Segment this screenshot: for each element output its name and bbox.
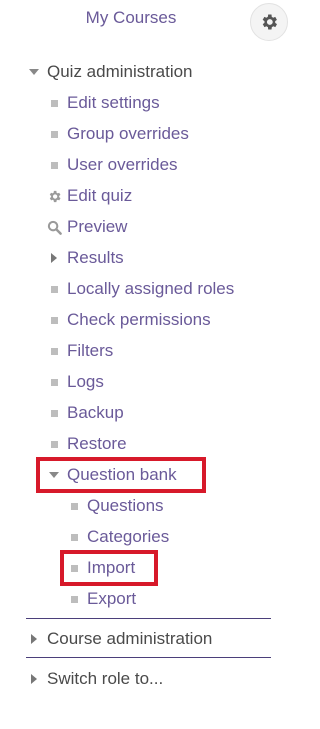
- chevron-down-icon: [26, 64, 42, 80]
- section-divider: [26, 657, 271, 658]
- locally-assigned-roles-link[interactable]: Locally assigned roles: [46, 276, 234, 302]
- questions-label: Questions: [87, 496, 164, 515]
- group-overrides-link[interactable]: Group overrides: [46, 121, 189, 147]
- check-permissions-link[interactable]: Check permissions: [46, 307, 211, 333]
- user-overrides-label: User overrides: [67, 155, 178, 174]
- chevron-down-icon: [46, 467, 62, 483]
- bullet-icon: [46, 436, 62, 452]
- filters-link[interactable]: Filters: [46, 338, 113, 364]
- question-bank-label: Question bank: [67, 465, 177, 484]
- logs-link[interactable]: Logs: [46, 369, 104, 395]
- locally-assigned-roles-label: Locally assigned roles: [67, 279, 235, 298]
- edit-settings-label: Edit settings: [67, 93, 160, 112]
- question-bank-node[interactable]: Question bank: [46, 462, 177, 488]
- my-courses-link[interactable]: My Courses: [0, 8, 262, 28]
- bullet-icon: [66, 498, 82, 514]
- search-icon: [46, 219, 62, 235]
- import-label: Import: [87, 558, 136, 577]
- bullet-icon: [66, 560, 82, 576]
- preview-label: Preview: [67, 217, 128, 236]
- bullet-icon: [66, 591, 82, 607]
- results-node[interactable]: Results: [46, 245, 124, 271]
- switch-role-node[interactable]: Switch role to...: [26, 666, 163, 692]
- backup-label: Backup: [67, 403, 124, 422]
- bullet-icon: [46, 312, 62, 328]
- user-overrides-link[interactable]: User overrides: [46, 152, 178, 178]
- group-overrides-label: Group overrides: [67, 124, 189, 143]
- filters-label: Filters: [67, 341, 114, 360]
- preview-link[interactable]: Preview: [46, 214, 127, 240]
- course-administration-node[interactable]: Course administration: [26, 626, 212, 652]
- logs-label: Logs: [67, 372, 104, 391]
- quiz-administration-node[interactable]: Quiz administration: [26, 59, 193, 85]
- export-link[interactable]: Export: [66, 586, 136, 612]
- chevron-right-icon: [26, 671, 42, 687]
- bullet-icon: [46, 281, 62, 297]
- restore-label: Restore: [67, 434, 127, 453]
- import-link[interactable]: Import: [66, 555, 135, 581]
- bullet-icon: [46, 157, 62, 173]
- edit-quiz-link[interactable]: Edit quiz: [46, 183, 132, 209]
- questions-link[interactable]: Questions: [66, 493, 164, 519]
- export-label: Export: [87, 589, 137, 608]
- categories-link[interactable]: Categories: [66, 524, 169, 550]
- results-label: Results: [67, 248, 124, 267]
- block-settings-button[interactable]: [250, 3, 288, 41]
- gear-icon: [262, 14, 277, 30]
- bullet-icon: [46, 405, 62, 421]
- restore-link[interactable]: Restore: [46, 431, 127, 457]
- categories-label: Categories: [87, 527, 170, 546]
- bullet-icon: [46, 126, 62, 142]
- edit-quiz-label: Edit quiz: [67, 186, 133, 205]
- bullet-icon: [46, 95, 62, 111]
- chevron-right-icon: [46, 250, 62, 266]
- chevron-right-icon: [26, 631, 42, 647]
- bullet-icon: [46, 343, 62, 359]
- bullet-icon: [66, 529, 82, 545]
- backup-link[interactable]: Backup: [46, 400, 124, 426]
- quiz-administration-label: Quiz administration: [47, 62, 193, 81]
- gear-icon: [46, 188, 62, 204]
- switch-role-label: Switch role to...: [47, 669, 164, 688]
- edit-settings-link[interactable]: Edit settings: [46, 90, 160, 116]
- check-permissions-label: Check permissions: [67, 310, 211, 329]
- course-administration-label: Course administration: [47, 629, 213, 648]
- bullet-icon: [46, 374, 62, 390]
- section-divider: [26, 618, 271, 619]
